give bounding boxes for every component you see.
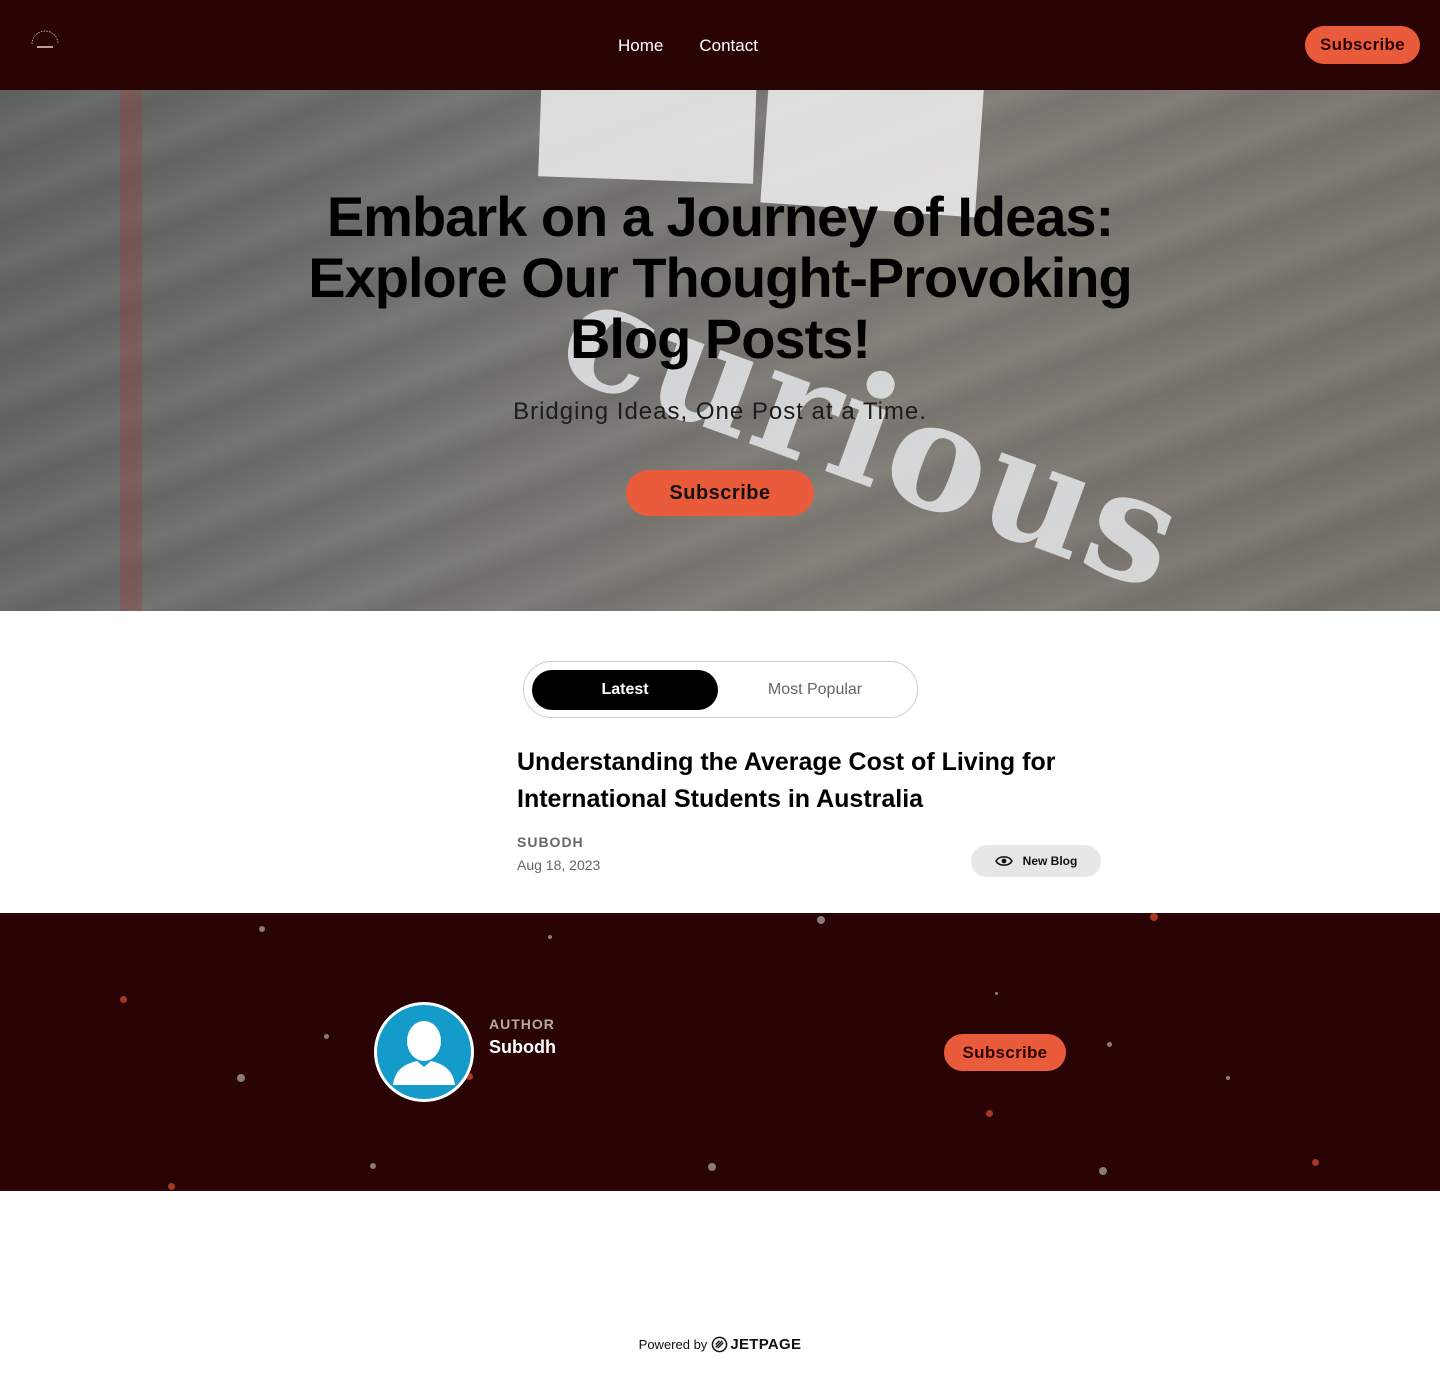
author-name[interactable]: Subodh (489, 1037, 556, 1058)
nav-contact-link[interactable]: Contact (699, 36, 758, 56)
jetpage-logo[interactable]: JETPAGE (711, 1336, 801, 1353)
decorative-dot (995, 992, 998, 995)
header-subscribe-button[interactable]: Subscribe (1305, 26, 1420, 64)
decorative-dot (1150, 913, 1158, 921)
user-silhouette-icon (393, 1021, 455, 1085)
decorative-dot (1107, 1042, 1112, 1047)
decorative-dot (370, 1163, 376, 1169)
hero-subtitle: Bridging Ideas, One Post at a Time. (513, 398, 927, 425)
nav-home-link[interactable]: Home (618, 36, 663, 56)
post-author: SUBODH (517, 834, 584, 850)
jetpage-rocket-icon (711, 1336, 728, 1353)
decorative-dot (324, 1034, 329, 1039)
post-badge-label: New Blog (1022, 854, 1078, 868)
decorative-dot (548, 935, 552, 939)
author-avatar[interactable] (374, 1002, 474, 1102)
post-title[interactable]: Understanding the Average Cost of Living… (517, 744, 1117, 818)
powered-by-text: Powered by (638, 1337, 708, 1352)
decorative-dot (817, 916, 825, 924)
hero-subscribe-button[interactable]: Subscribe (626, 470, 814, 516)
decorative-dot (168, 1183, 175, 1190)
hero-title: Embark on a Journey of Ideas: Explore Ou… (308, 185, 1132, 370)
author-section: AUTHOR Subodh Subscribe (0, 913, 1440, 1191)
site-logo[interactable] (28, 26, 62, 54)
decorative-dot (259, 926, 265, 932)
tab-most-popular[interactable]: Most Popular (722, 670, 908, 710)
author-label: AUTHOR (489, 1016, 555, 1032)
decorative-dot (1099, 1167, 1107, 1175)
post-date: Aug 18, 2023 (517, 857, 601, 873)
decorative-dot (986, 1110, 993, 1117)
hero-window-frame (120, 90, 142, 611)
hero-section: curious Embark on a Journey of Ideas: Ex… (0, 90, 1440, 611)
hero-notice-paper (538, 90, 757, 184)
main-nav: Home Contact (618, 36, 758, 56)
site-header: Home Contact Subscribe (0, 0, 1440, 90)
decorative-dot (237, 1074, 245, 1082)
tab-latest[interactable]: Latest (532, 670, 718, 710)
post-category-badge[interactable]: New Blog (971, 845, 1101, 877)
eye-icon (994, 856, 1013, 866)
post-filter-tabs: Latest Most Popular (523, 661, 918, 718)
jetpage-brand-text: JETPAGE (730, 1336, 802, 1353)
decorative-dot (1226, 1076, 1230, 1080)
decorative-dot (708, 1163, 716, 1171)
author-subscribe-button[interactable]: Subscribe (944, 1034, 1066, 1071)
decorative-dot (1312, 1159, 1319, 1166)
site-footer: Powered by JETPAGE (0, 1336, 1440, 1353)
decorative-dot (120, 996, 127, 1003)
